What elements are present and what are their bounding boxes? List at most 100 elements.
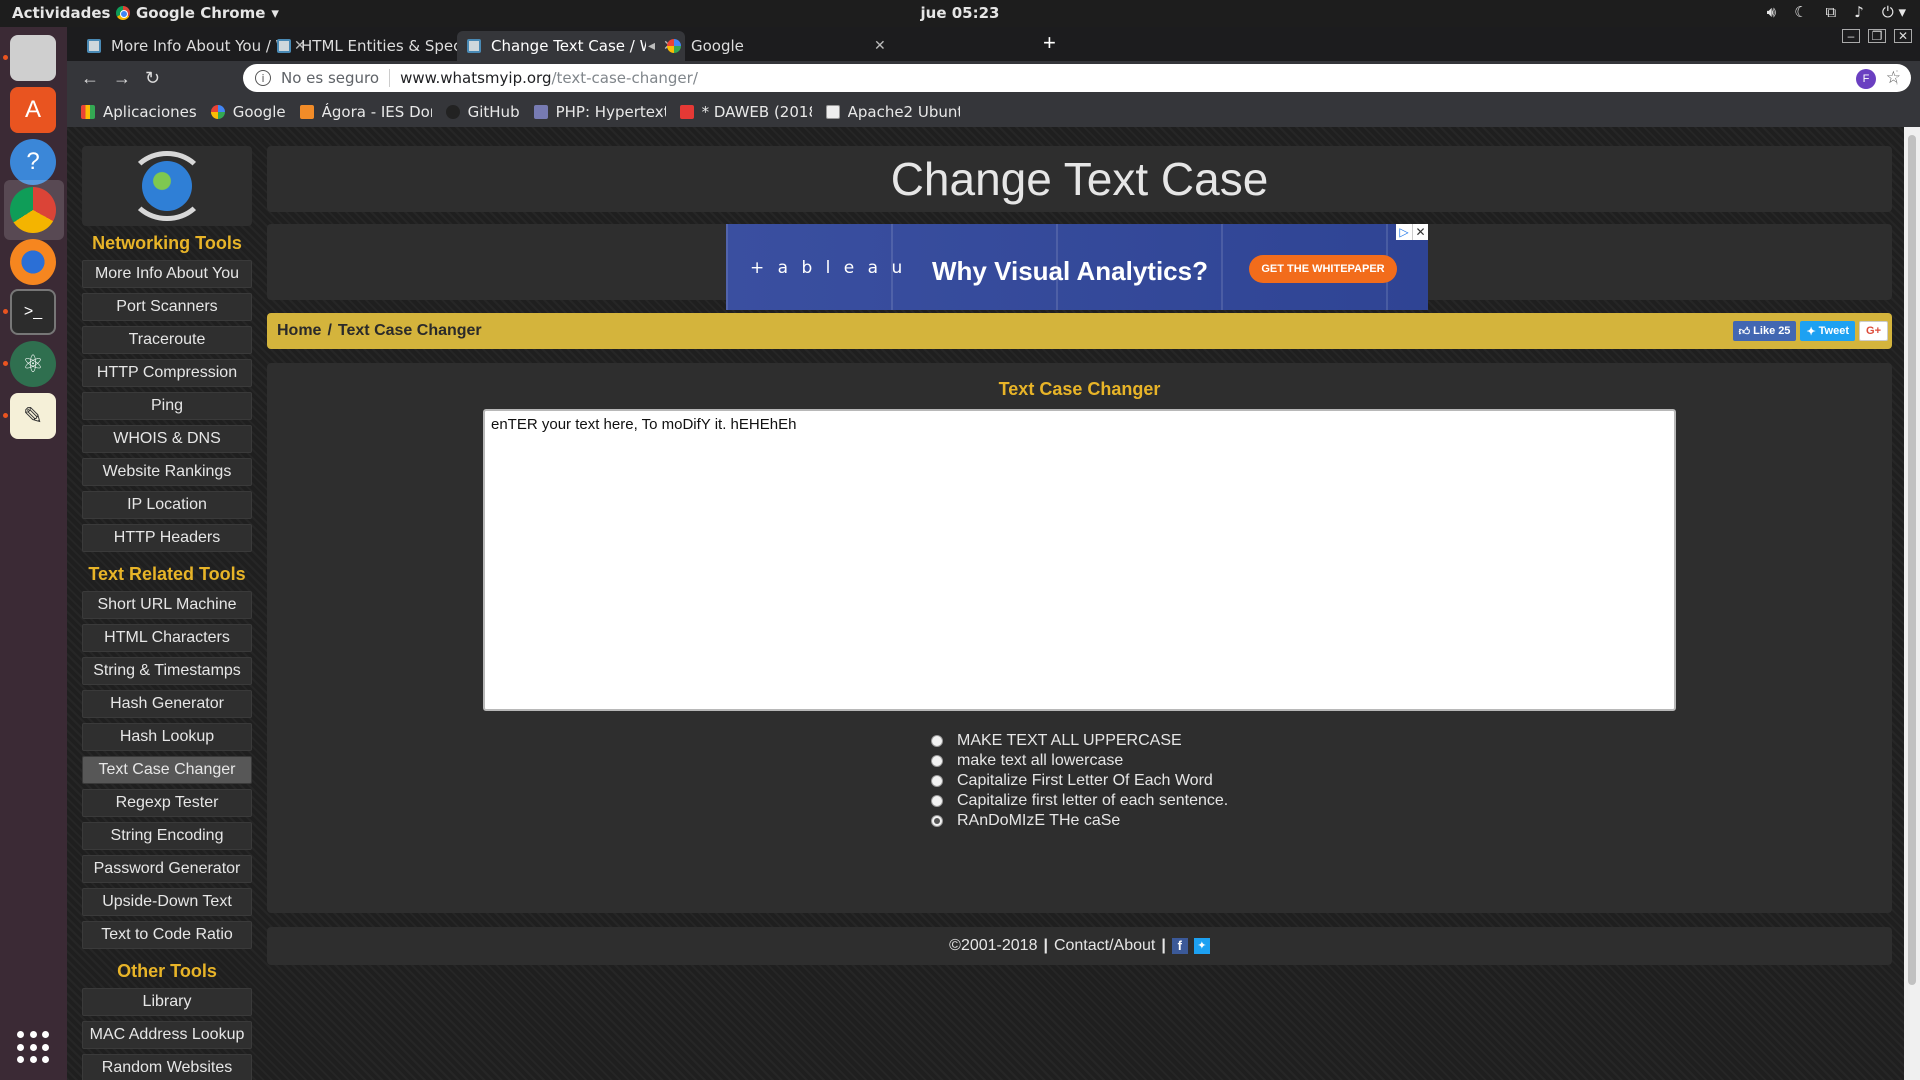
- radio-button[interactable]: [931, 755, 943, 767]
- back-icon[interactable]: ←: [81, 68, 99, 89]
- sidebar-item-traceroute[interactable]: Traceroute: [82, 326, 252, 354]
- sidebar-item-http-headers[interactable]: HTTP Headers: [82, 524, 252, 552]
- bookmark-google[interactable]: Google: [210, 103, 286, 121]
- info-icon[interactable]: i: [255, 70, 271, 86]
- twitter-icon[interactable]: ✦: [1193, 938, 1210, 954]
- contact-link[interactable]: Contact/About: [1054, 937, 1155, 955]
- system-tray[interactable]: 🔊︎ ☾ ⧉ ♪ ⏻ ▾: [1767, 3, 1906, 21]
- sidebar-item-more-info[interactable]: More Info About You: [82, 260, 252, 288]
- tab-change-text-case[interactable]: Change Text Case / Wh ◂ ✕: [457, 31, 685, 61]
- sidebar-item-regexp-tester[interactable]: Regexp Tester: [82, 789, 252, 817]
- close-tab-icon[interactable]: ✕: [874, 38, 886, 54]
- facebook-like-button[interactable]: 👍︎ Like 25: [1732, 321, 1797, 341]
- files-icon[interactable]: [10, 35, 56, 81]
- sidebar-item-hash-lookup[interactable]: Hash Lookup: [82, 723, 252, 751]
- google-icon: [210, 105, 225, 119]
- sidebar-item-library[interactable]: Library: [82, 988, 252, 1016]
- ad-banner[interactable]: + a b l e a u Why Visual Analytics? GET …: [726, 224, 1428, 310]
- option-uppercase[interactable]: MAKE TEXT ALL UPPERCASE: [931, 731, 1228, 751]
- address-bar[interactable]: i No es seguro www.whatsmyip.org/text-ca…: [243, 64, 1911, 92]
- page-title: Change Text Case: [890, 153, 1269, 205]
- power-icon[interactable]: ⏻ ▾: [1882, 3, 1906, 21]
- atom-icon[interactable]: ⚛: [10, 341, 56, 387]
- footer-divider: |: [1043, 937, 1048, 954]
- sidebar: Networking Tools More Info About You Por…: [82, 146, 252, 1080]
- show-applications-icon[interactable]: [17, 1031, 50, 1064]
- site-logo[interactable]: [82, 146, 252, 226]
- help-icon[interactable]: ?: [10, 139, 56, 185]
- sidebar-item-hash-generator[interactable]: Hash Generator: [82, 690, 252, 718]
- radio-button[interactable]: [931, 775, 943, 787]
- ad-cta-button[interactable]: GET THE WHITEPAPER: [1249, 255, 1397, 283]
- mute-tab-icon[interactable]: ◂: [648, 38, 655, 54]
- maximize-icon[interactable]: ❐: [1868, 29, 1886, 43]
- option-randomize[interactable]: RAnDoMIzE THe caSe: [931, 811, 1228, 831]
- profile-avatar[interactable]: F: [1856, 69, 1876, 89]
- chrome-dock-icon[interactable]: [10, 187, 56, 233]
- new-tab-icon[interactable]: +: [1043, 30, 1056, 56]
- reload-icon[interactable]: ↻: [145, 68, 160, 89]
- page-scrollbar[interactable]: [1904, 127, 1920, 1080]
- volume-icon[interactable]: 🔊︎: [1767, 3, 1776, 21]
- tab-title: Google: [691, 37, 744, 55]
- minimize-icon[interactable]: –: [1842, 29, 1860, 43]
- bookmark-agora[interactable]: Ágora - IES Doña: [299, 103, 432, 121]
- text-input-area[interactable]: enTER your text here, To moDifY it. hEHE…: [483, 409, 1676, 711]
- close-ad-icon[interactable]: ✕: [1412, 224, 1428, 240]
- section-title-networking: Networking Tools: [92, 233, 242, 253]
- sidebar-item-port-scanners[interactable]: Port Scanners: [82, 293, 252, 321]
- terminal-icon[interactable]: >_: [10, 289, 56, 335]
- option-capitalize-sentences[interactable]: Capitalize first letter of each sentence…: [931, 791, 1228, 811]
- text-editor-icon[interactable]: ✎: [10, 393, 56, 439]
- bookmark-php[interactable]: PHP: Hypertext P: [533, 103, 666, 121]
- page-icon: [825, 105, 840, 119]
- radio-button[interactable]: [931, 795, 943, 807]
- sidebar-item-password-generator[interactable]: Password Generator: [82, 855, 252, 883]
- sidebar-item-text-case-changer[interactable]: Text Case Changer: [82, 756, 252, 784]
- sidebar-item-ping[interactable]: Ping: [82, 392, 252, 420]
- option-capitalize-words[interactable]: Capitalize First Letter Of Each Word: [931, 771, 1228, 791]
- sidebar-item-string-encoding[interactable]: String Encoding: [82, 822, 252, 850]
- tweet-button[interactable]: ✦ Tweet: [1800, 321, 1856, 341]
- sidebar-item-mac-lookup[interactable]: MAC Address Lookup: [82, 1021, 252, 1049]
- close-window-icon[interactable]: ✕: [1894, 29, 1912, 43]
- adchoices-icon[interactable]: ▷: [1396, 224, 1412, 240]
- sidebar-item-upside-down-text[interactable]: Upside-Down Text: [82, 888, 252, 916]
- facebook-icon[interactable]: f: [1171, 938, 1188, 954]
- radio-button-selected[interactable]: [931, 815, 943, 827]
- sidebar-item-text-code-ratio[interactable]: Text to Code Ratio: [82, 921, 252, 949]
- firefox-icon[interactable]: [10, 239, 56, 285]
- breadcrumb-home[interactable]: Home: [277, 322, 321, 340]
- sidebar-item-website-rankings[interactable]: Website Rankings: [82, 458, 252, 486]
- clock[interactable]: jue 05:23: [0, 4, 1920, 22]
- option-label: MAKE TEXT ALL UPPERCASE: [957, 732, 1182, 749]
- bookmark-apache[interactable]: Apache2 Ubuntu: [825, 103, 960, 121]
- night-light-icon[interactable]: ☾: [1794, 3, 1807, 21]
- bookmark-apps[interactable]: Aplicaciones: [81, 103, 197, 121]
- option-lowercase[interactable]: make text all lowercase: [931, 751, 1228, 771]
- radio-button[interactable]: [931, 735, 943, 747]
- sidebar-item-http-compression[interactable]: HTTP Compression: [82, 359, 252, 387]
- ad-choices[interactable]: ▷ ✕: [1396, 224, 1428, 240]
- case-options: MAKE TEXT ALL UPPERCASE make text all lo…: [931, 731, 1228, 831]
- page-viewport: Networking Tools More Info About You Por…: [67, 127, 1904, 1080]
- bookmark-github[interactable]: GitHub: [445, 103, 520, 121]
- more-menu-icon[interactable]: ⋮: [1888, 67, 1906, 88]
- bookmark-daweb[interactable]: * DAWEB (2018-: [679, 103, 812, 121]
- sidebar-item-short-url[interactable]: Short URL Machine: [82, 591, 252, 619]
- software-center-icon[interactable]: A: [10, 87, 56, 133]
- forward-icon[interactable]: →: [113, 68, 131, 89]
- network-icon[interactable]: ⧉: [1826, 3, 1837, 21]
- security-label[interactable]: No es seguro: [281, 69, 379, 87]
- sound-icon[interactable]: ♪: [1854, 3, 1864, 21]
- sidebar-item-ip-location[interactable]: IP Location: [82, 491, 252, 519]
- sidebar-item-whois-dns[interactable]: WHOIS & DNS: [82, 425, 252, 453]
- bookmark-label: Ágora - IES Doña: [321, 103, 432, 121]
- google-plus-button[interactable]: G+: [1859, 321, 1888, 341]
- tab-google[interactable]: Google ✕: [657, 31, 896, 61]
- scrollbar-thumb[interactable]: [1908, 135, 1916, 985]
- sidebar-item-html-characters[interactable]: HTML Characters: [82, 624, 252, 652]
- sidebar-item-random-websites[interactable]: Random Websites: [82, 1054, 252, 1080]
- option-label: Capitalize First Letter Of Each Word: [957, 772, 1213, 789]
- sidebar-item-string-timestamps[interactable]: String & Timestamps: [82, 657, 252, 685]
